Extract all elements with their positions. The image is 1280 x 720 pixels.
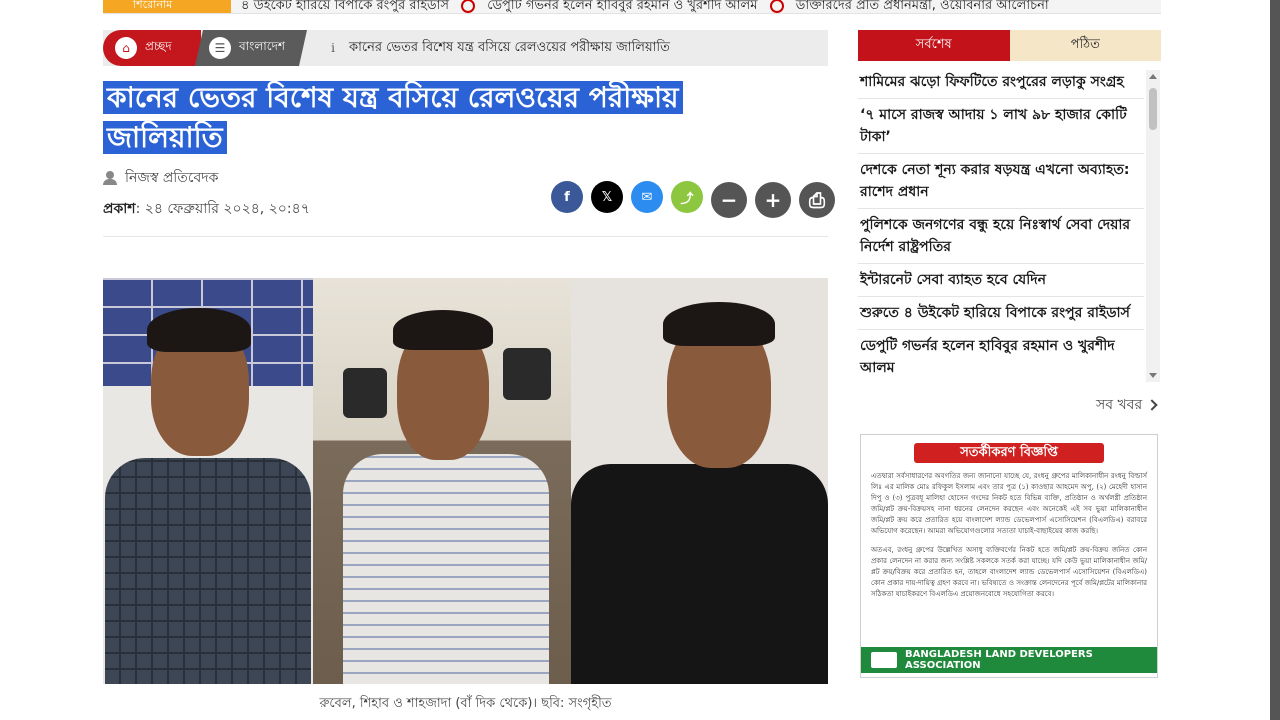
ticker-item[interactable]: ডেপুটি গভর্নর হলেন হাবিবুর রহমান ও খুরশী… bbox=[487, 0, 757, 13]
ad-body: এতদ্বারা সর্বসাধারণের অবগতির জন্য জানানো… bbox=[861, 463, 1157, 643]
author-byline: নিজস্ব প্রতিবেদক bbox=[103, 166, 218, 190]
breadcrumb-home[interactable]: ⌂ প্রচ্ছদ bbox=[103, 30, 201, 66]
headline-ticker: শিরোনাম ৪ উইকেট হারিয়ে বিপাকে রংপুর রাই… bbox=[103, 0, 1161, 14]
ticker-text[interactable]: ৪ উইকেট হারিয়ে বিপাকে রংপুর রাইডার্স ডে… bbox=[241, 0, 1049, 13]
share-button[interactable]: ⤴ bbox=[671, 181, 703, 213]
ticker-item[interactable]: ডাক্তারদের প্রতি প্রধানমন্ত্রী, ওয়েবিনা… bbox=[796, 0, 1049, 13]
print-icon: ⎙ bbox=[809, 188, 825, 212]
minus-icon: − bbox=[720, 188, 738, 212]
article-photo bbox=[103, 278, 828, 684]
advertisement[interactable]: সতর্কীকরণ বিজ্ঞপ্তি এতদ্বারা সর্বসাধারণে… bbox=[860, 434, 1158, 678]
news-scrollbar[interactable] bbox=[1146, 70, 1160, 382]
ticker-separator-icon bbox=[769, 0, 784, 13]
latest-news-list: শামিমের ঝড়ো ফিফটিতে রংপুরের লড়াকু সংগ্… bbox=[858, 66, 1144, 384]
news-item[interactable]: ‘৭ মাসে রাজস্ব আদায় ১ লাখ ৯৮ হাজার কোটি… bbox=[858, 99, 1144, 154]
breadcrumb-category-label: বাংলাদেশ bbox=[239, 39, 285, 53]
breadcrumb-title: কানের ভেতর বিশেষ যন্ত্র বসিয়ে রেলওয়ের … bbox=[349, 40, 670, 55]
publish-date: প্রকাশ: ২৪ ফেব্রুয়ারি ২০২৪, ২০:৪৭ bbox=[103, 197, 310, 221]
facebook-icon: f bbox=[564, 189, 570, 205]
ad-footer: BANGLADESH LAND DEVELOPERS ASSOCIATION bbox=[861, 647, 1157, 673]
messenger-icon: ✉ bbox=[641, 189, 653, 205]
all-news-label: সব খবর bbox=[1096, 397, 1143, 413]
ticker-item[interactable]: ৪ উইকেট হারিয়ে বিপাকে রংপুর রাইডার্স bbox=[241, 0, 449, 13]
photo-panel-right bbox=[571, 278, 828, 684]
photo-panel-middle bbox=[313, 278, 571, 684]
scroll-up-icon[interactable] bbox=[1149, 74, 1157, 79]
headline-text: কানের ভেতর বিশেষ যন্ত্র বসিয়ে রেলওয়ের … bbox=[103, 81, 683, 154]
published-value: : ২৪ ফেব্রুয়ারি ২০২৪, ২০:৪৭ bbox=[135, 201, 310, 217]
all-news-link[interactable]: সব খবর bbox=[1096, 393, 1158, 417]
plus-icon: + bbox=[764, 188, 782, 212]
news-item[interactable]: দেশকে নেতা শূন্য করার ষড়যন্ত্র এখনো অব্… bbox=[858, 154, 1144, 209]
ad-paragraph: অতএব, রংধনু গ্রুপের উল্লেখিত অসাধু ব্যক্… bbox=[871, 546, 1147, 598]
chevron-right-icon bbox=[1146, 399, 1158, 411]
author-name: নিজস্ব প্রতিবেদক bbox=[125, 170, 219, 186]
breadcrumb: ⌂ প্রচ্ছদ ☰ বাংলাদেশ i কানের ভেতর বিশেষ … bbox=[103, 30, 828, 66]
tab-latest[interactable]: সর্বশেষ bbox=[858, 30, 1010, 61]
ad-footer-text: BANGLADESH LAND DEVELOPERS ASSOCIATION bbox=[905, 649, 1093, 671]
facebook-share-button[interactable]: f bbox=[551, 181, 583, 213]
messenger-share-button[interactable]: ✉ bbox=[631, 181, 663, 213]
ticker-label: শিরোনাম bbox=[103, 0, 231, 13]
window-edge bbox=[1270, 0, 1280, 720]
list-icon: ☰ bbox=[209, 37, 231, 59]
x-icon: 𝕏 bbox=[601, 189, 613, 205]
share-toolbar: f 𝕏 ✉ ⤴ − + ⎙ bbox=[551, 176, 843, 218]
ad-paragraph: এতদ্বারা সর্বসাধারণের অবগতির জন্য জানানো… bbox=[871, 472, 1147, 535]
breadcrumb-home-label: প্রচ্ছদ bbox=[145, 39, 172, 53]
scroll-down-icon[interactable] bbox=[1149, 373, 1157, 378]
ad-title: সতর্কীকরণ বিজ্ঞপ্তি bbox=[914, 443, 1104, 463]
tab-popular[interactable]: পঠিত bbox=[1009, 30, 1161, 61]
breadcrumb-category[interactable]: ☰ বাংলাদেশ bbox=[195, 30, 307, 66]
news-item[interactable]: ইন্টারনেট সেবা ব্যাহত হবে যেদিন bbox=[858, 264, 1144, 297]
share-icon: ⤴ bbox=[680, 191, 694, 207]
x-share-button[interactable]: 𝕏 bbox=[591, 181, 623, 213]
font-decrease-button[interactable]: − bbox=[711, 182, 747, 218]
article-headline: কানের ভেতর বিশেষ যন্ত্র বসিয়ে রেলওয়ের … bbox=[103, 78, 743, 158]
news-item[interactable]: ডেপুটি গভর্নর হলেন হাবিবুর রহমান ও খুরশী… bbox=[858, 330, 1144, 384]
divider bbox=[103, 236, 828, 237]
print-button[interactable]: ⎙ bbox=[799, 182, 835, 218]
font-increase-button[interactable]: + bbox=[755, 182, 791, 218]
news-item[interactable]: পুলিশকে জনগণের বন্ধু হয়ে নিঃস্বার্থ সেব… bbox=[858, 209, 1144, 264]
sidebar-tabs: সর্বশেষ পঠিত bbox=[858, 30, 1161, 61]
bilda-logo-icon bbox=[871, 652, 897, 668]
published-label: প্রকাশ bbox=[103, 201, 136, 217]
scroll-thumb[interactable] bbox=[1149, 88, 1157, 130]
photo-panel-left bbox=[103, 278, 313, 684]
user-icon bbox=[103, 171, 117, 185]
info-icon: i bbox=[331, 41, 335, 55]
home-icon: ⌂ bbox=[115, 37, 137, 59]
ticker-separator-icon bbox=[461, 0, 476, 13]
news-item[interactable]: শামিমের ঝড়ো ফিফটিতে রংপুরের লড়াকু সংগ্… bbox=[858, 66, 1144, 99]
photo-caption: রুবেল, শিহাব ও শাহজাদা (বাঁ দিক থেকে)। ছ… bbox=[319, 696, 612, 711]
news-item[interactable]: শুরুতে ৪ উইকেট হারিয়ে বিপাকে রংপুর রাইড… bbox=[858, 297, 1144, 330]
